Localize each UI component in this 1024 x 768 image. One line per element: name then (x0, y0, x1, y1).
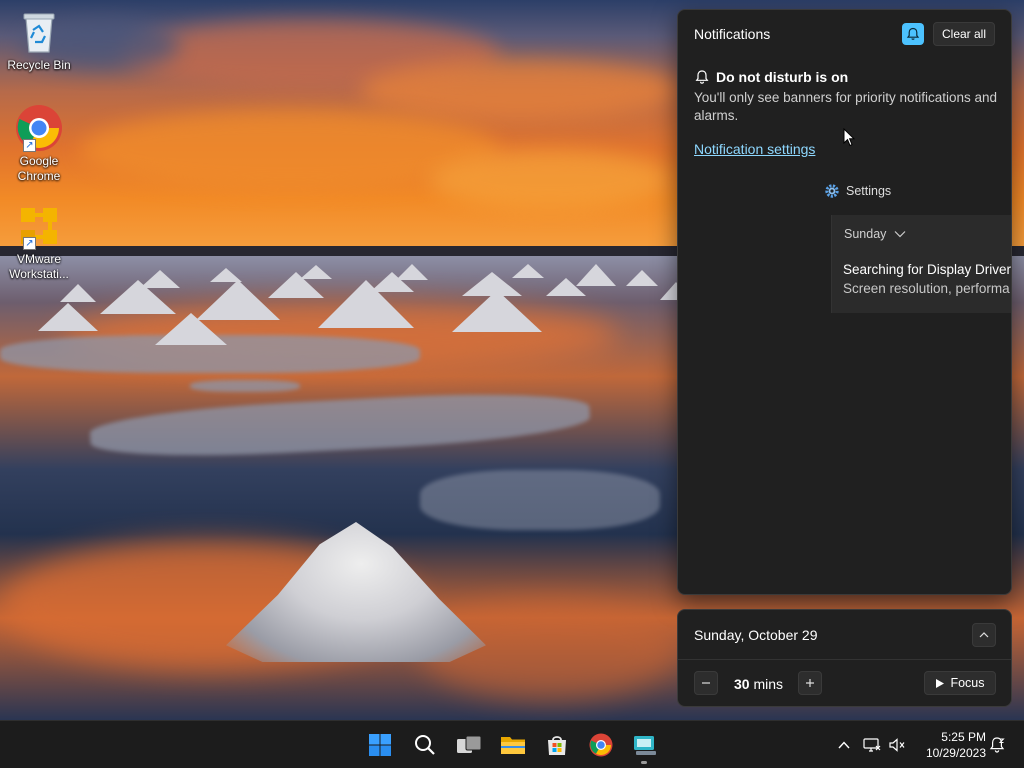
focus-increase-button[interactable] (798, 671, 822, 695)
wallpaper-salt-pile (210, 268, 242, 282)
desktop-icon-google-chrome[interactable]: ↗ Google Chrome (6, 104, 72, 184)
desktop-icon-label: VMware Workstati... (9, 252, 69, 281)
remote-desktop-button[interactable] (629, 729, 661, 761)
minus-icon (702, 682, 710, 684)
file-explorer-icon (501, 737, 525, 754)
notification-center-title: Notifications (694, 26, 771, 42)
bell-snooze-icon (989, 737, 1005, 753)
gear-icon (825, 184, 839, 198)
notification-group-header[interactable]: Settings (824, 183, 891, 199)
chevron-up-icon (979, 632, 989, 638)
do-not-disturb-heading: Do not disturb is on (694, 69, 848, 85)
shortcut-arrow-icon: ↗ (23, 139, 36, 152)
task-view-icon (457, 735, 482, 753)
notification-card-day[interactable]: Sunday (844, 227, 906, 241)
do-not-disturb-toggle[interactable] (902, 23, 924, 45)
wallpaper-salt-pile (512, 264, 544, 278)
network-status-button[interactable] (860, 733, 884, 757)
chrome-icon (589, 733, 613, 757)
bell-snooze-icon (695, 70, 709, 84)
show-hidden-icons-button[interactable] (832, 733, 856, 757)
chrome-taskbar-button[interactable] (585, 729, 617, 761)
focus-minutes-unit: mins (753, 676, 784, 692)
wallpaper-salt-flat (190, 380, 300, 392)
network-icon (863, 738, 881, 752)
microsoft-store-icon (548, 736, 566, 755)
notification-group-app-name: Settings (846, 184, 892, 198)
clear-all-button[interactable]: Clear all (933, 22, 995, 46)
bell-snooze-icon (906, 27, 920, 40)
wallpaper-salt-pile (452, 290, 542, 332)
do-not-disturb-description: You'll only see banners for priority not… (694, 90, 998, 123)
focus-minutes-value: 30 (734, 676, 750, 692)
wallpaper-salt-pile (60, 284, 96, 302)
desktop-icon-recycle-bin[interactable]: Recycle Bin (6, 8, 72, 73)
search-icon (415, 735, 435, 755)
wallpaper-salt-flat (420, 470, 660, 530)
calendar-date: Sunday, October 29 (694, 627, 818, 643)
taskbar: 5:25 PM 10/29/2023 (0, 720, 1024, 768)
notification-card-day-text: Sunday (844, 227, 887, 241)
recycle-bin-icon (15, 8, 63, 56)
volume-button[interactable] (885, 733, 909, 757)
notification-card-body: Screen resolution, performa (843, 281, 1010, 296)
chevron-up-icon (838, 741, 850, 749)
desktop-icon-vmware[interactable]: ↗ VMware Workstati... (6, 202, 72, 282)
wallpaper-salt-pile (140, 270, 180, 288)
play-icon (936, 678, 945, 688)
focus-start-button[interactable]: Focus (924, 671, 996, 695)
wallpaper-salt-pile (300, 265, 332, 279)
notification-center: Notifications Clear all Do not disturb i… (677, 9, 1012, 595)
wallpaper-cloud (360, 60, 680, 120)
microsoft-store-button[interactable] (541, 729, 573, 761)
vmware-icon: ↗ (15, 202, 63, 250)
taskbar-clock[interactable]: 5:25 PM 10/29/2023 (914, 729, 986, 761)
start-icon (369, 734, 391, 756)
running-app-indicator (641, 761, 647, 764)
start-button[interactable] (364, 729, 396, 761)
desktop-icon-label: Google Chrome (17, 154, 61, 183)
calendar-expand-button[interactable] (972, 623, 996, 647)
shortcut-arrow-icon: ↗ (23, 237, 36, 250)
wallpaper-salt-pile (396, 264, 428, 280)
notification-settings-link[interactable]: Notification settings (694, 141, 815, 157)
notification-card[interactable]: Sunday Searching for Display Driver Scre… (831, 215, 1012, 313)
task-view-button[interactable] (453, 729, 485, 761)
wallpaper-cloud (430, 150, 670, 210)
wallpaper-salt-pile (38, 303, 98, 331)
calendar-panel: Sunday, October 29 30 mins Focus (677, 609, 1012, 707)
volume-muted-icon (889, 738, 905, 752)
calendar-divider (678, 659, 1011, 660)
chrome-icon: ↗ (15, 104, 63, 152)
clock-time: 5:25 PM (941, 730, 986, 744)
do-not-disturb-heading-text: Do not disturb is on (716, 69, 849, 85)
wallpaper-salt-pile (626, 270, 658, 286)
remote-desktop-icon (634, 736, 656, 755)
clock-date: 10/29/2023 (925, 746, 986, 760)
wallpaper-salt-pile (155, 313, 227, 345)
notification-card-title: Searching for Display Driver (843, 262, 1012, 277)
chevron-down-icon (894, 231, 906, 238)
file-explorer-button[interactable] (497, 729, 529, 761)
focus-decrease-button[interactable] (694, 671, 718, 695)
focus-start-label: Focus (950, 676, 985, 690)
wallpaper-salt-pile (576, 264, 616, 286)
focus-duration: 30 mins (734, 676, 783, 692)
notification-center-button[interactable] (985, 733, 1009, 757)
mouse-cursor-icon (843, 128, 855, 147)
desktop-icon-label: Recycle Bin (7, 58, 71, 72)
plus-icon (806, 679, 814, 687)
taskbar-search-button[interactable] (409, 729, 441, 761)
